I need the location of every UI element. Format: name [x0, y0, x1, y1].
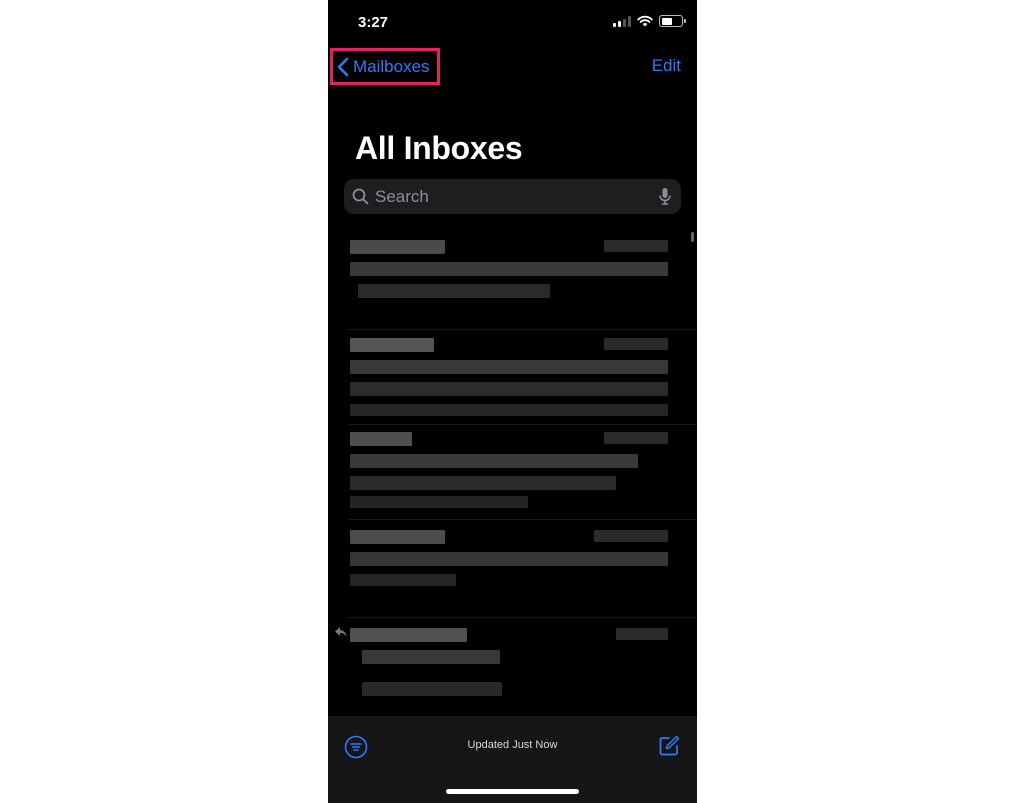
battery-icon	[659, 15, 686, 27]
page-title: All Inboxes	[355, 130, 523, 166]
status-time: 3:27	[358, 14, 389, 31]
signal-icon	[613, 15, 631, 27]
phone-screen: 3:27 Mailboxes Edit All Inboxes Search U…	[328, 0, 697, 803]
wifi-icon	[637, 15, 653, 27]
message-row[interactable]	[328, 524, 697, 616]
search-input[interactable]	[375, 186, 659, 207]
search-icon	[352, 188, 369, 205]
update-status-text: Updated Just Now	[467, 739, 558, 751]
edit-button[interactable]: Edit	[652, 56, 681, 76]
back-button-label: Mailboxes	[353, 56, 430, 76]
status-bar: 3:27	[328, 0, 697, 44]
message-row[interactable]	[328, 620, 697, 716]
message-list	[328, 228, 697, 716]
microphone-icon[interactable]	[659, 187, 671, 206]
reply-icon	[335, 627, 347, 637]
back-button[interactable]: Mailboxes	[330, 48, 440, 85]
message-row[interactable]	[328, 232, 697, 328]
bottom-toolbar: Updated Just Now	[328, 716, 697, 803]
message-row[interactable]	[328, 426, 697, 518]
chevron-left-icon	[337, 57, 349, 76]
home-indicator[interactable]	[446, 789, 579, 794]
search-bar[interactable]	[344, 179, 681, 214]
message-row[interactable]	[328, 332, 697, 424]
status-icons	[613, 15, 686, 27]
compose-icon[interactable]	[657, 734, 681, 758]
